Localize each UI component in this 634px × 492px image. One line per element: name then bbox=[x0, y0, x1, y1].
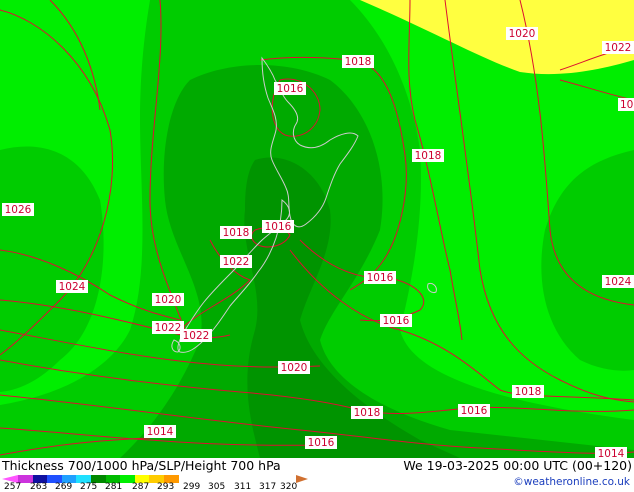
svg-text:1020: 1020 bbox=[281, 362, 308, 374]
credit-link[interactable]: ©weatheronline.co.uk bbox=[513, 475, 630, 489]
svg-text:1024: 1024 bbox=[605, 276, 632, 288]
isobar-label: 1024 bbox=[56, 280, 88, 293]
isobar-label: 1018 bbox=[412, 149, 444, 162]
svg-text:1018: 1018 bbox=[415, 150, 442, 162]
isobar-label: 1016 bbox=[262, 220, 294, 233]
svg-text:1016: 1016 bbox=[461, 405, 488, 417]
isobar-label: 1022 bbox=[180, 329, 212, 342]
svg-text:1018: 1018 bbox=[345, 56, 372, 68]
svg-text:1016: 1016 bbox=[383, 315, 410, 327]
svg-text:1016: 1016 bbox=[367, 272, 394, 284]
colorbar-tick-label: 281 bbox=[105, 482, 123, 492]
isobar-label: 1026 bbox=[2, 203, 34, 216]
isobar-label: 1020 bbox=[152, 293, 184, 306]
valid-datetime: We 19-03-2025 00:00 UTC (00+120) bbox=[403, 458, 632, 473]
svg-text:1020: 1020 bbox=[155, 294, 182, 306]
isobar-label: 1022 bbox=[152, 321, 184, 334]
colorbar-tick-label: 299 bbox=[183, 482, 201, 492]
svg-text:1018: 1018 bbox=[223, 227, 250, 239]
svg-text:1020: 1020 bbox=[509, 28, 536, 40]
colorbar-right-arrow bbox=[296, 475, 308, 483]
svg-text:1016: 1016 bbox=[277, 83, 304, 95]
svg-text:1024: 1024 bbox=[59, 281, 86, 293]
colorbar-tick-label: 287 bbox=[132, 482, 150, 492]
svg-text:1022: 1022 bbox=[183, 330, 210, 342]
svg-text:1016: 1016 bbox=[265, 221, 292, 233]
isobar-label: 1020 bbox=[278, 361, 310, 374]
colorbar-tick-label: 311 bbox=[234, 482, 252, 492]
colorbar-tick-label: 269 bbox=[55, 482, 73, 492]
isobar-label: 1016 bbox=[380, 314, 412, 327]
thickness-map: 1020 1022 1018 1016 1018 1026 1018 1016 … bbox=[0, 0, 634, 458]
isobar-label: 1022 bbox=[602, 41, 634, 54]
isobar-label: 1024 bbox=[602, 275, 634, 288]
isobar-label: 1018 bbox=[512, 385, 544, 398]
isobar-label: 1018 bbox=[342, 55, 374, 68]
svg-text:1022: 1022 bbox=[223, 256, 250, 268]
colorbar-tick-label: 275 bbox=[80, 482, 98, 492]
colorbar-tick-label: 317 bbox=[259, 482, 277, 492]
svg-text:1018: 1018 bbox=[515, 386, 542, 398]
isobar-label: 1014 bbox=[144, 425, 176, 438]
isobar-label: 1016 bbox=[305, 436, 337, 449]
isobar-label: 1018 bbox=[220, 226, 252, 239]
isobar-label: 1014 bbox=[595, 447, 627, 458]
svg-text:1014: 1014 bbox=[598, 448, 625, 458]
svg-text:1018: 1018 bbox=[354, 407, 381, 419]
colorbar-tick-label: 293 bbox=[157, 482, 175, 492]
map-footer: Thickness 700/1000 hPa/SLP/Height 700 hP… bbox=[0, 458, 634, 492]
isobar-label: 1016 bbox=[274, 82, 306, 95]
svg-text:1014: 1014 bbox=[147, 426, 174, 438]
svg-text:1016: 1016 bbox=[308, 437, 335, 449]
isobar-label: 1020 bbox=[506, 27, 538, 40]
colorbar-tick-label: 263 bbox=[30, 482, 48, 492]
isobar-label: 1018 bbox=[351, 406, 383, 419]
colorbar-tick-label: 257 bbox=[4, 482, 22, 492]
colorbar-tick-label: 320 bbox=[280, 482, 298, 492]
colorbar-tick-label: 305 bbox=[208, 482, 226, 492]
weather-map-page: 1020 1022 1018 1016 1018 1026 1018 1016 … bbox=[0, 0, 634, 492]
isobar-label: 1016 bbox=[364, 271, 396, 284]
isobar-label: 1016 bbox=[458, 404, 490, 417]
svg-text:1022: 1022 bbox=[605, 42, 632, 54]
svg-text:10: 10 bbox=[620, 99, 633, 111]
svg-text:1026: 1026 bbox=[5, 204, 32, 216]
svg-text:1022: 1022 bbox=[155, 322, 182, 334]
isobar-label: 1022 bbox=[220, 255, 252, 268]
isobar-label: 10 bbox=[618, 98, 634, 111]
map-title: Thickness 700/1000 hPa/SLP/Height 700 hP… bbox=[2, 458, 281, 473]
